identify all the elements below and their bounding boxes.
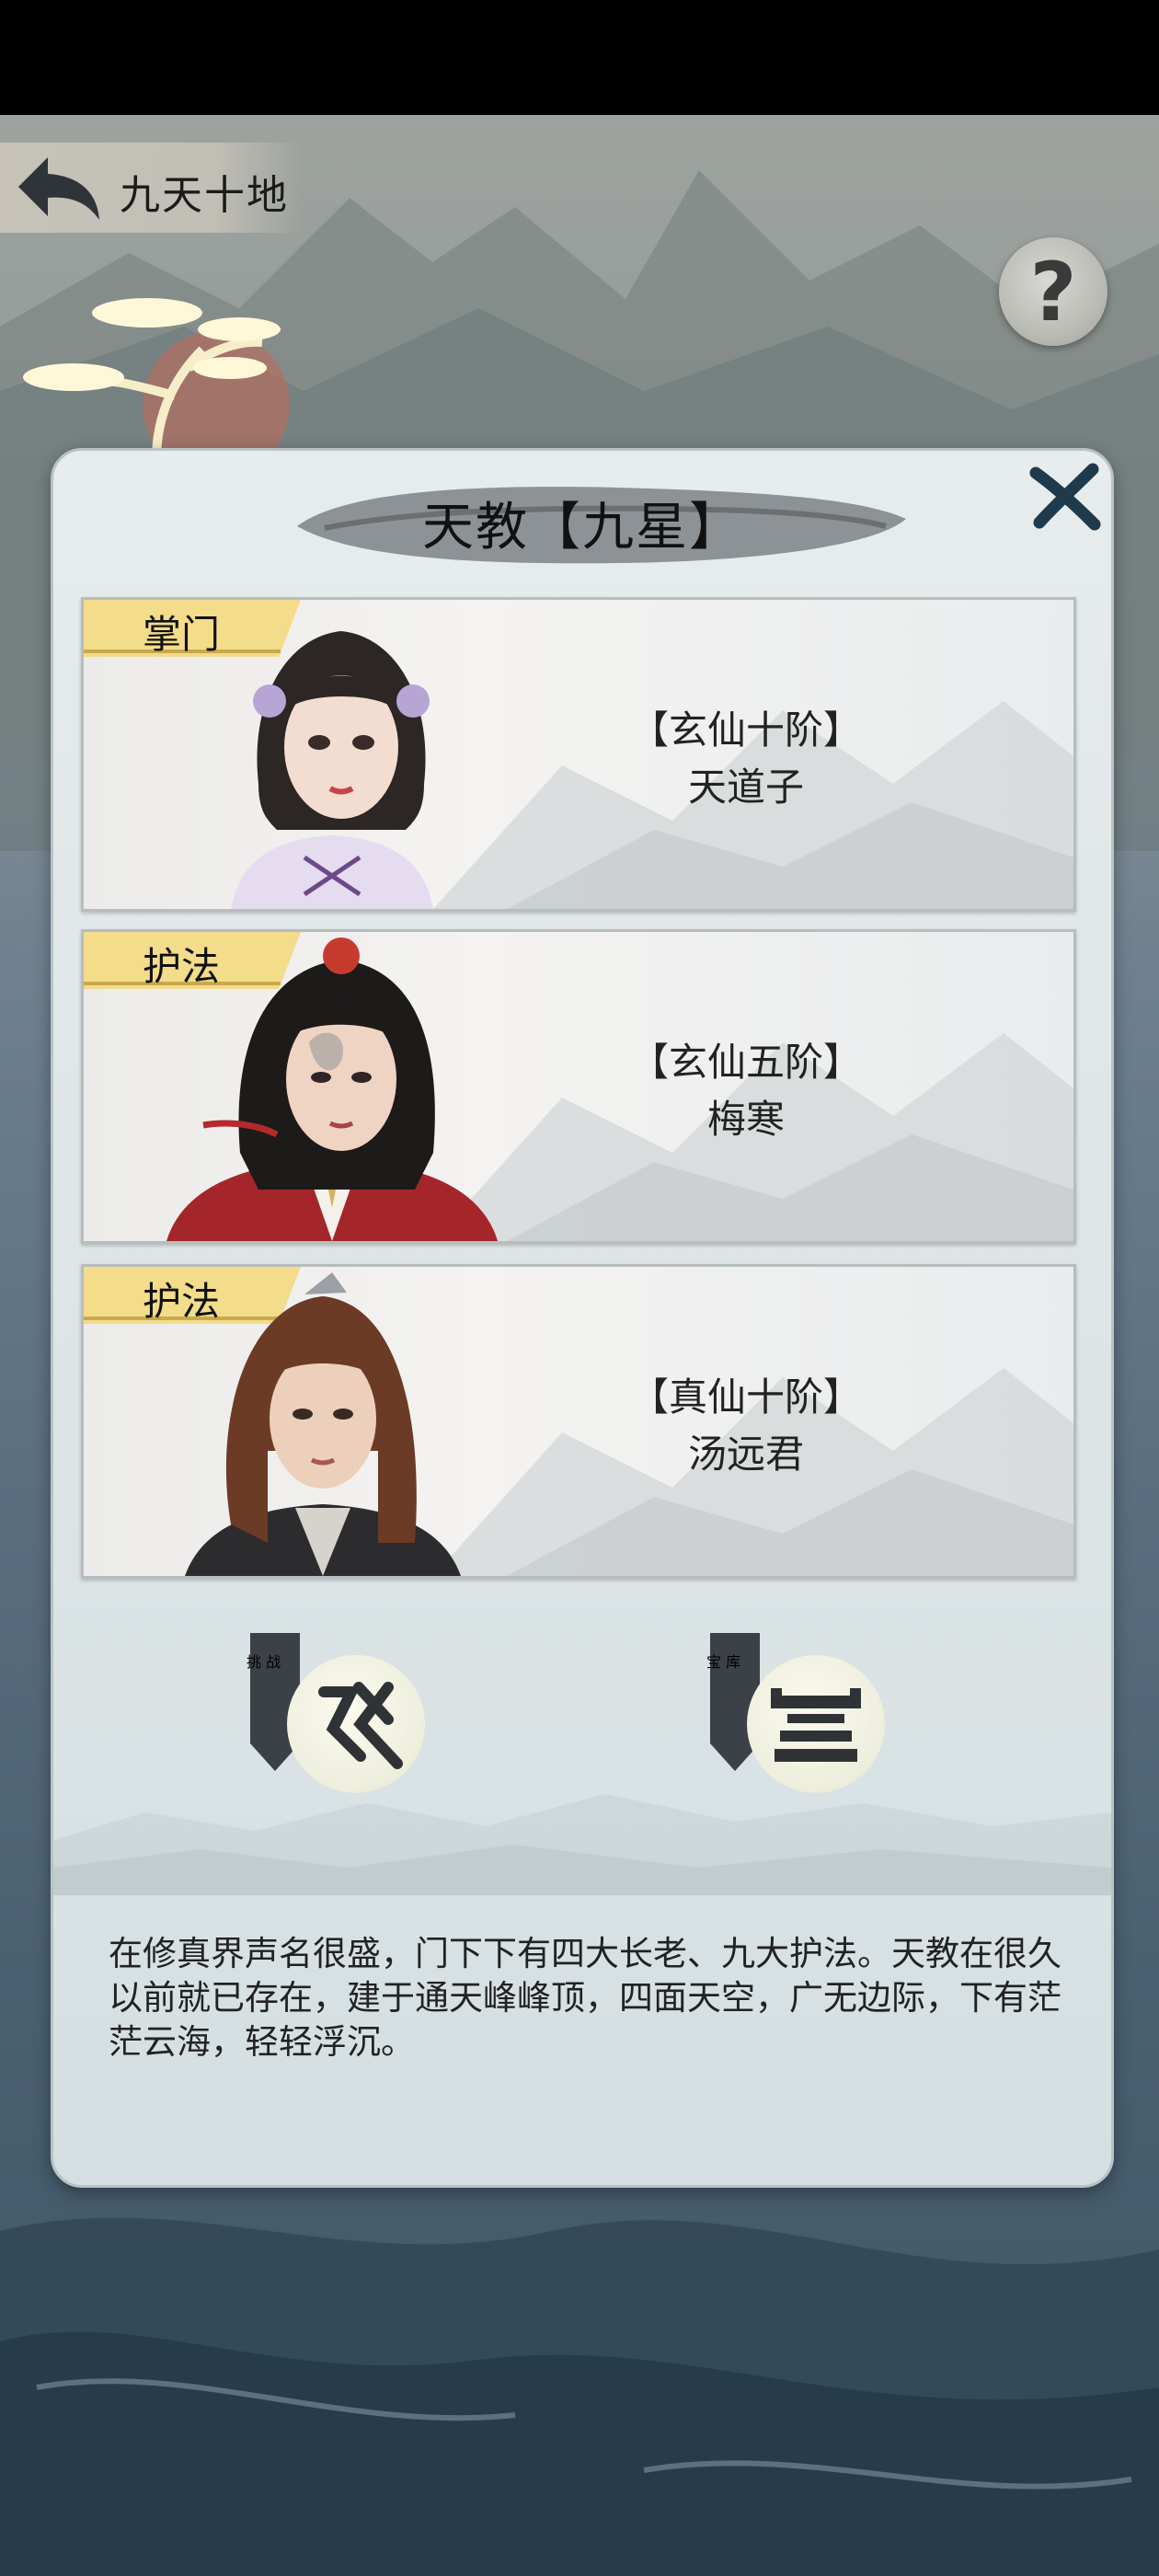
sect-description: 在修真界声名很盛，门下下有四大长老、九大护法。天教在很久以前就已存在，建于通天峰…	[109, 1934, 1061, 2062]
member-card[interactable]: 掌门 【玄仙十阶】 天道子	[81, 597, 1076, 912]
member-name: 汤远君	[687, 1432, 804, 1477]
challenge-char: 挑	[247, 1653, 262, 1671]
member-card[interactable]: 护法 【玄仙五阶】 梅寒	[81, 929, 1076, 1244]
dialog-mountain-strip	[53, 1794, 1111, 1895]
protector-portrait	[166, 937, 498, 1241]
challenge-char: 战	[266, 1653, 281, 1671]
member-name: 梅寒	[706, 1097, 785, 1142]
back-button[interactable]	[13, 150, 105, 225]
treasury-icon	[771, 1688, 861, 1762]
treasury-circle	[747, 1655, 885, 1793]
treasury-char: 宝	[706, 1653, 722, 1671]
close-icon	[1029, 463, 1101, 531]
page-title: 九天十地	[120, 172, 289, 219]
leader-portrait	[231, 631, 433, 909]
treasury-char: 库	[726, 1653, 741, 1671]
member-name: 天道子	[687, 765, 804, 810]
member-rank: 【玄仙五阶】	[629, 1040, 862, 1085]
question-icon: ?	[1029, 244, 1077, 339]
back-arrow-icon	[18, 157, 99, 220]
close-button[interactable]	[1028, 460, 1102, 534]
treasury-button[interactable]: 宝 库	[706, 1633, 890, 1799]
help-button[interactable]: ?	[999, 237, 1107, 346]
dialog-header: 天教【九星】	[53, 451, 1111, 589]
protector-portrait	[185, 1272, 461, 1576]
pine-tree-decoration	[23, 298, 290, 460]
sect-info-dialog: 天教【九星】 掌门 【玄仙十阶】 天道子 护法 【玄仙五阶】 梅寒 护法 【真仙…	[51, 448, 1114, 2188]
member-rank: 【玄仙十阶】	[629, 707, 862, 753]
status-bar	[0, 0, 1159, 115]
challenge-circle	[287, 1655, 425, 1793]
member-card[interactable]: 护法 【真仙十阶】 汤远君	[81, 1264, 1076, 1579]
challenge-icon	[318, 1682, 403, 1769]
dialog-title: 天教【九星】	[422, 498, 742, 558]
member-rank: 【真仙十阶】	[629, 1374, 862, 1420]
dialog-divider	[53, 1891, 1111, 1893]
challenge-button[interactable]: 挑 战	[247, 1633, 430, 1799]
